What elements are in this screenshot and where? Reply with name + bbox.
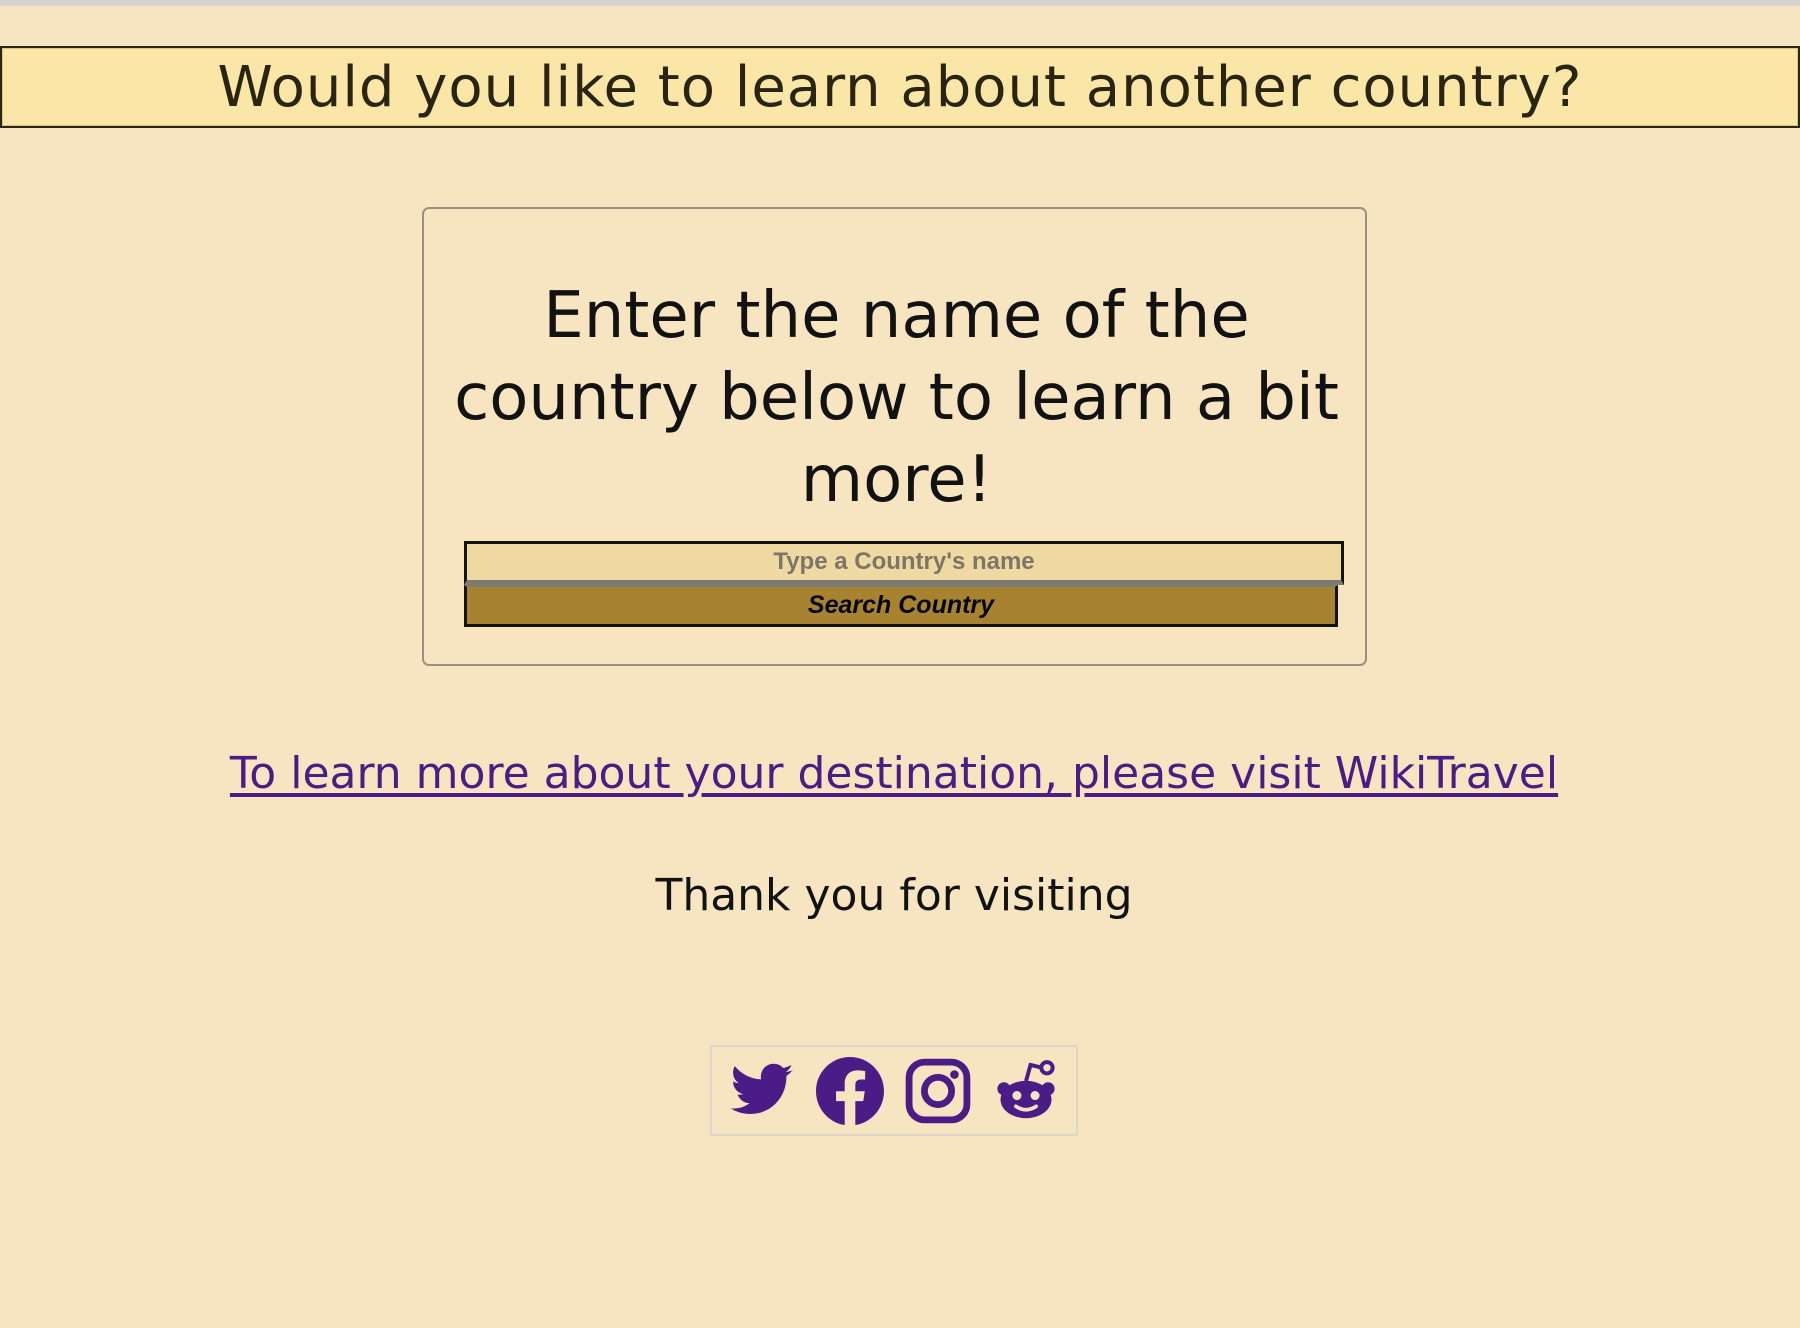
country-search-input[interactable]	[464, 541, 1344, 585]
wikitravel-link[interactable]: To learn more about your destination, pl…	[0, 748, 1788, 799]
search-heading: Enter the name of the country below to l…	[454, 279, 1339, 517]
country-search-card: Enter the name of the country below to l…	[422, 207, 1367, 666]
instagram-link[interactable]	[902, 1055, 974, 1127]
thank-you-text: Thank you for visiting	[655, 870, 1133, 921]
browser-top-edge	[0, 0, 1800, 6]
page-banner: Would you like to learn about another co…	[0, 46, 1800, 128]
facebook-link[interactable]	[814, 1055, 886, 1127]
twitter-link[interactable]	[726, 1055, 798, 1127]
search-country-button[interactable]: Search Country	[464, 585, 1338, 627]
instagram-icon	[905, 1058, 971, 1123]
reddit-link[interactable]	[990, 1055, 1062, 1127]
page-title: Would you like to learn about another co…	[217, 54, 1583, 120]
facebook-icon	[816, 1056, 884, 1125]
social-links	[710, 1045, 1078, 1136]
reddit-icon	[997, 1059, 1055, 1118]
twitter-icon	[730, 1063, 794, 1114]
